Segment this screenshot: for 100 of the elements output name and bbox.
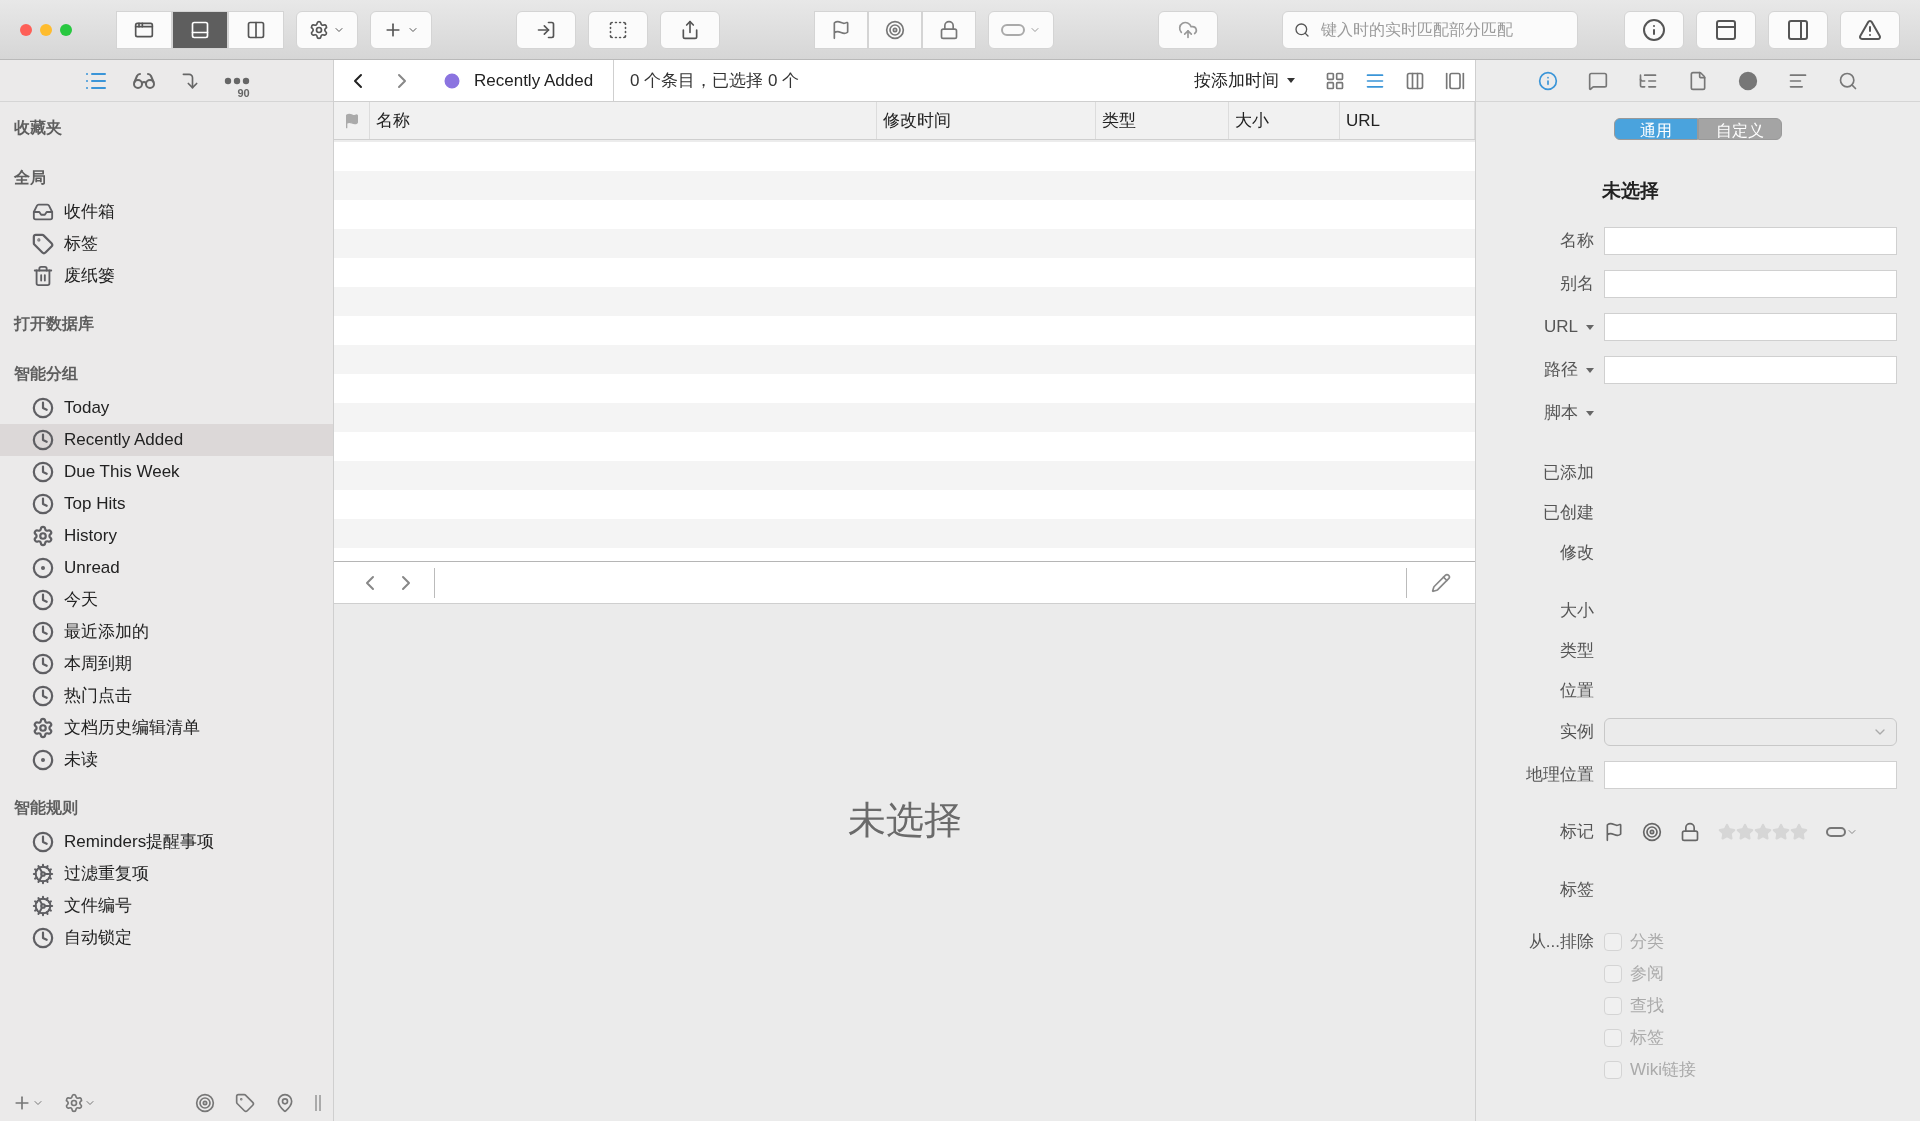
trash-icon [32, 265, 54, 287]
column-header[interactable]: 名称 [376, 107, 410, 134]
label-menu-button[interactable] [1826, 826, 1858, 838]
inspector-toggle-button[interactable] [1768, 10, 1828, 49]
flag-button[interactable] [814, 10, 868, 49]
grid-view-icon [1325, 70, 1345, 91]
gear-icon [32, 525, 54, 547]
dots-icon[interactable] [223, 76, 250, 85]
panel-right-icon [1786, 17, 1810, 42]
column-header[interactable]: 大小 [1235, 107, 1269, 134]
share-button[interactable] [660, 10, 720, 49]
column-header[interactable]: 修改时间 [883, 107, 951, 134]
field-label: 位置 [1560, 679, 1594, 702]
section-header: 智能分组 [13, 364, 79, 384]
column-header[interactable]: URL [1346, 107, 1380, 134]
section-header: 全局 [13, 168, 47, 188]
tag-icon[interactable] [235, 1093, 255, 1113]
dropdown-triangle-icon[interactable] [1586, 324, 1594, 330]
input-field[interactable] [1604, 313, 1897, 341]
checkbox[interactable] [1604, 996, 1622, 1015]
checkbox-label: 分类 [1630, 930, 1664, 953]
import-button[interactable] [516, 10, 576, 49]
input-field[interactable] [1604, 270, 1897, 298]
label-pill-icon [1826, 827, 1846, 837]
dropdown-triangle-icon[interactable] [1586, 367, 1594, 373]
layout-button[interactable] [116, 10, 172, 49]
field-label: 已创建 [1543, 501, 1594, 524]
lock-icon [939, 19, 959, 40]
section-header: 收藏夹 [13, 118, 63, 138]
resize-handle[interactable] [315, 1095, 321, 1111]
panel-icon [1714, 17, 1738, 42]
field-label: 类型 [1560, 639, 1594, 662]
close-button[interactable] [20, 23, 32, 36]
column-header[interactable]: 类型 [1102, 107, 1136, 134]
flag-icon [343, 112, 360, 129]
sidebar-item[interactable]: 热门点击 [0, 680, 333, 712]
action-menu-button[interactable] [296, 10, 358, 49]
sidebar-item[interactable]: Unread [0, 552, 333, 584]
target-icon[interactable] [195, 1093, 215, 1113]
sidebar-item[interactable]: 过滤重复项 [0, 858, 333, 890]
sidebar-item[interactable]: Recently Added [0, 424, 333, 456]
checkbox[interactable] [1604, 964, 1622, 983]
no-selection-message: 未选择 [847, 797, 962, 843]
target-icon[interactable] [1642, 822, 1662, 842]
sidebar-item[interactable]: Due This Week [0, 456, 333, 488]
field-label: 从...排除 [1527, 930, 1594, 953]
sidebar-item[interactable]: 标签 [0, 228, 333, 260]
warning-button[interactable] [1840, 10, 1900, 49]
sidebar-item[interactable]: 今天 [0, 584, 333, 616]
pin-icon[interactable] [275, 1093, 295, 1113]
sidebar-item[interactable]: 废纸篓 [0, 260, 333, 292]
target-icon [885, 19, 905, 40]
label-menu-button[interactable] [988, 10, 1054, 49]
sort-menu[interactable]: 按添加时间 [1194, 67, 1295, 94]
circle-icon [1738, 70, 1758, 91]
lock-icon[interactable] [1680, 822, 1700, 842]
sidebar-item[interactable]: Top Hits [0, 488, 333, 520]
field-label: 地理位置 [1526, 764, 1594, 787]
gears-icon [32, 895, 54, 917]
gear-icon [32, 717, 54, 739]
warning-icon [1858, 17, 1882, 42]
select-field[interactable] [1604, 718, 1897, 746]
cover-flow-icon [1445, 70, 1465, 91]
sidebar-item[interactable]: 收件箱 [0, 196, 333, 228]
preview-layout-button[interactable] [1696, 10, 1756, 49]
sidebar-item[interactable]: 未读 [0, 744, 333, 776]
unread-button[interactable] [868, 10, 922, 49]
sidebar-item[interactable]: 文档历史编辑清单 [0, 712, 333, 744]
dropdown-triangle-icon[interactable] [1586, 410, 1594, 416]
lock-button[interactable] [922, 10, 976, 49]
sidebar-item[interactable]: 文件编号 [0, 890, 333, 922]
field-label: 名称 [1560, 230, 1594, 253]
gears-icon [32, 863, 54, 885]
sidebar-item[interactable]: Today [0, 392, 333, 424]
checkbox[interactable] [1604, 1060, 1622, 1079]
input-field[interactable] [1604, 356, 1897, 384]
flag-icon[interactable] [1604, 822, 1624, 842]
sidebar-item[interactable]: 最近添加的 [0, 616, 333, 648]
dashed-square-icon [608, 19, 628, 40]
add-menu-button[interactable] [370, 10, 432, 49]
share-icon [680, 19, 700, 40]
sidebar-item[interactable]: Reminders提醒事项 [0, 826, 333, 858]
field-label: 路径 [1544, 359, 1578, 382]
info-button[interactable] [1624, 10, 1684, 49]
field-label: 别名 [1560, 273, 1594, 296]
sidebar-item[interactable]: History [0, 520, 333, 552]
input-field[interactable] [1604, 761, 1897, 789]
checkbox[interactable] [1604, 932, 1622, 951]
sidebar-item[interactable]: 本周到期 [0, 648, 333, 680]
field-label: 修改 [1560, 541, 1594, 564]
field-label: 实例 [1560, 721, 1594, 744]
checkbox[interactable] [1604, 1028, 1622, 1047]
layout-button[interactable] [228, 10, 284, 49]
layout-button[interactable] [172, 10, 228, 49]
sync-button[interactable] [1158, 10, 1218, 49]
checkbox-label: 查找 [1630, 994, 1664, 1017]
sidebar-item[interactable]: 自动锁定 [0, 922, 333, 954]
search-field[interactable]: 键入时的实时匹配部分匹配 [1282, 10, 1578, 49]
input-field[interactable] [1604, 227, 1897, 255]
action-menu-button[interactable] [64, 1093, 96, 1113]
